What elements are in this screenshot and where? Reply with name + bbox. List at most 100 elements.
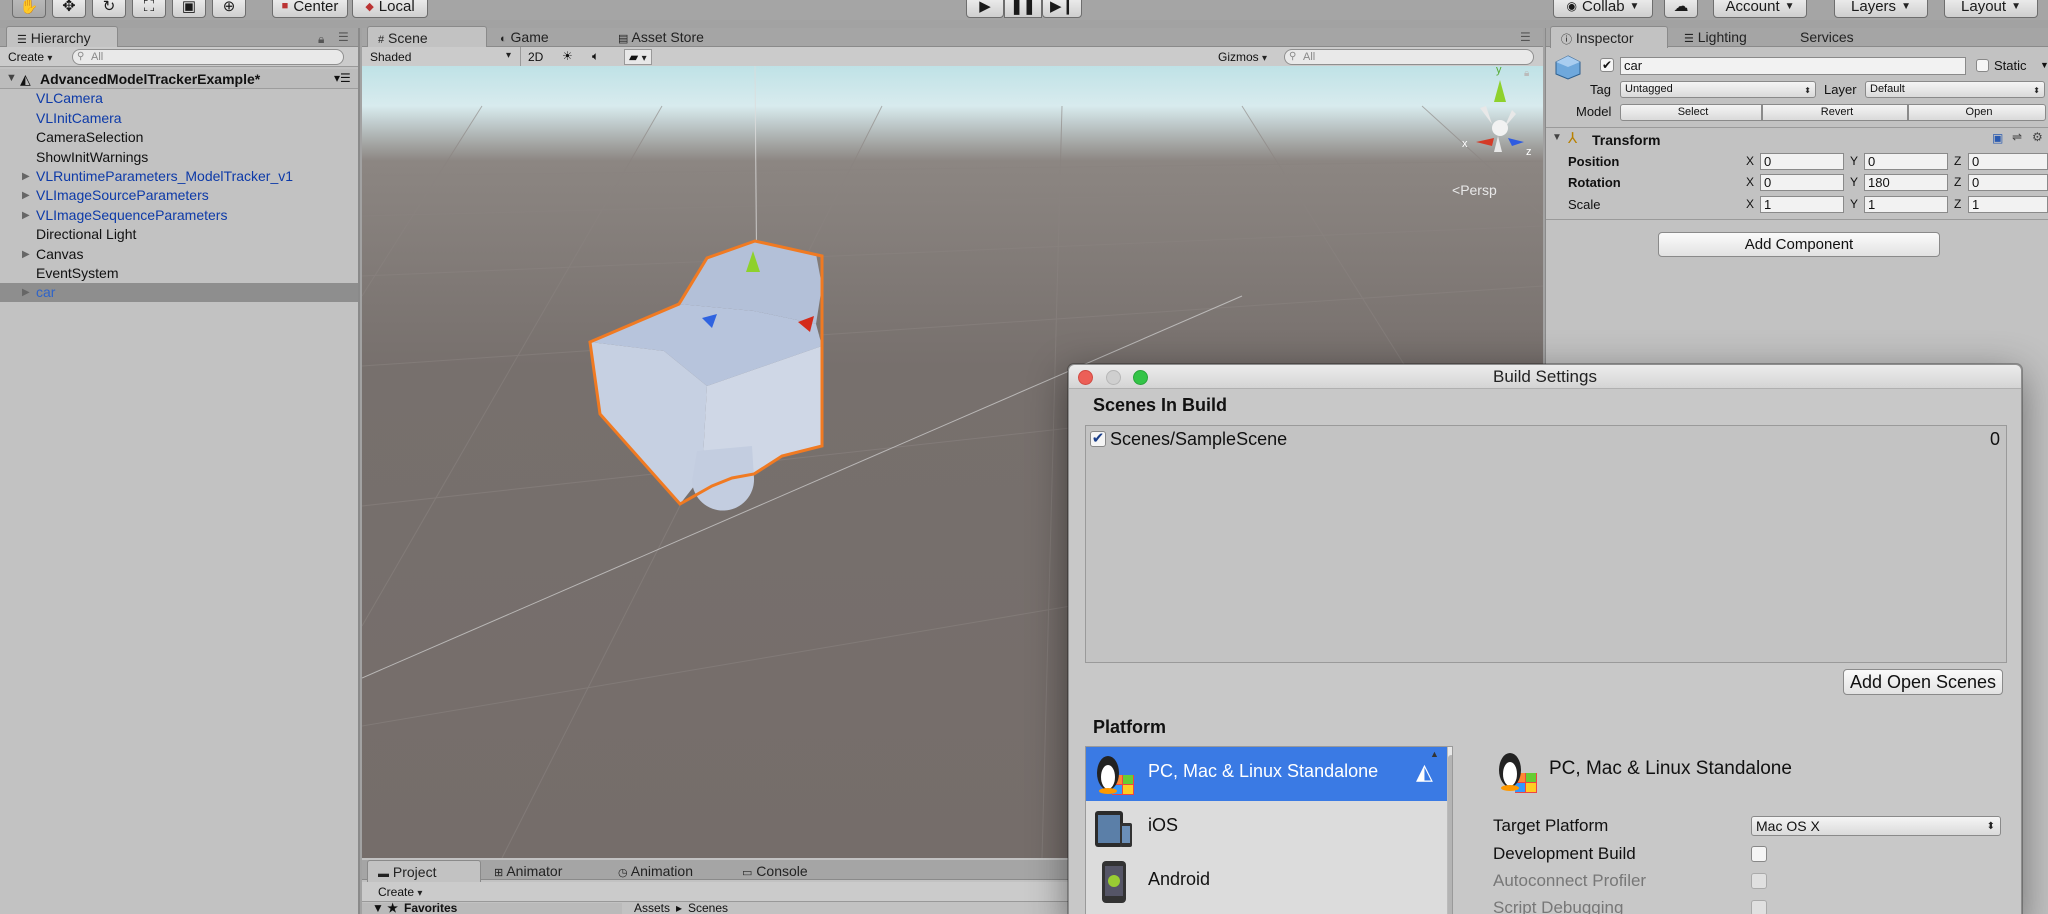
panel-menu-icon[interactable]: ☰ [1520,30,1531,44]
autoconnect-profiler-checkbox[interactable] [1751,873,1767,889]
scale-tool-button[interactable]: ⛶ [132,0,166,18]
target-platform-dropdown[interactable]: Mac OS X ⬍ [1751,816,2001,836]
collab-dropdown[interactable]: ◉ Collab ▼ [1553,0,1653,18]
expand-triangle-icon[interactable]: ▶ [22,245,30,264]
model-select-button[interactable]: Select [1620,104,1762,121]
transform-tool-button[interactable]: ⊕ [212,0,246,18]
breadcrumb-assets[interactable]: Assets [634,901,670,914]
panel-menu-icon[interactable]: ☰ [338,30,349,44]
axis-gizmo-icon[interactable] [1432,66,1542,186]
tab-console[interactable]: ▭ Console [732,860,842,882]
scene-search-input[interactable]: ⚲ All [1284,49,1534,65]
hierarchy-item-vlinitcamera[interactable]: VLInitCamera [0,109,358,128]
add-open-scenes-button[interactable]: Add Open Scenes [1843,669,2003,695]
hierarchy-item-cameraselection[interactable]: CameraSelection [0,128,358,147]
hierarchy-item-image-sequence-parameters[interactable]: ▶ VLImageSequenceParameters [0,206,358,225]
gear-icon[interactable]: ⚙ [2032,130,2043,144]
scene-root-row[interactable]: ▼ ◭ AdvancedModelTrackerExample* ▾☰ [0,69,360,89]
expand-triangle-icon[interactable]: ▶ [22,167,30,186]
perspective-toggle[interactable]: <Persp [1452,182,1497,198]
layout-dropdown[interactable]: Layout ▼ [1944,0,2038,18]
hierarchy-item-canvas[interactable]: ▶ Canvas [0,245,358,264]
cloud-button[interactable]: ☁ [1664,0,1698,18]
foldout-triangle-icon[interactable]: ▼ [1552,132,1562,143]
scale-z-field[interactable]: 1 [1968,196,2048,213]
scroll-up-icon[interactable]: ▲ [1430,749,1439,759]
scene-audio-toggle[interactable]: 🔈︎ [592,49,599,64]
close-window-icon[interactable] [1078,370,1093,385]
rect-tool-button[interactable]: ▣ [172,0,206,18]
position-x-field[interactable]: 0 [1760,153,1844,170]
scene-include-checkbox[interactable]: ✔ [1090,431,1106,447]
favorites-header[interactable]: ▼ ★ Favorites [362,901,622,914]
object-name-field[interactable]: car [1620,57,1966,75]
car-model[interactable] [588,239,824,511]
gizmos-dropdown[interactable]: Gizmos ▾ [1218,50,1267,64]
development-build-checkbox[interactable] [1751,846,1767,862]
pivot-space-toggle[interactable]: ◆ Local [352,0,428,18]
hierarchy-item-directional-light[interactable]: Directional Light [0,225,358,244]
position-z-field[interactable]: 0 [1968,153,2048,170]
model-open-button[interactable]: Open [1908,104,2046,121]
project-create-dropdown[interactable]: Create ▾ [378,885,422,899]
maximize-window-icon[interactable] [1133,370,1148,385]
hierarchy-item-car[interactable]: ▶ car [0,283,358,302]
tab-project[interactable]: ▬ Project [367,860,481,882]
hierarchy-item-image-source-parameters[interactable]: ▶ VLImageSourceParameters [0,186,358,205]
scale-y-field[interactable]: 1 [1864,196,1948,213]
static-checkbox[interactable] [1976,59,1989,72]
position-y-field[interactable]: 0 [1864,153,1948,170]
hierarchy-search-input[interactable]: ⚲ All [72,49,344,65]
platform-item-standalone[interactable]: PC, Mac & Linux Standalone ◭ [1086,747,1447,801]
scene-lighting-toggle[interactable]: ☀ [562,49,573,63]
panel-divider[interactable] [358,28,360,914]
hierarchy-item-vlcamera[interactable]: VLCamera [0,89,358,108]
tab-animator[interactable]: ⊞ Animator [484,860,594,882]
expand-triangle-icon[interactable]: ▶ [22,206,30,225]
scene-list-item[interactable]: ✔ Scenes/SampleScene 0 [1086,426,2006,452]
account-dropdown[interactable]: Account ▼ [1713,0,1807,18]
scene-menu-icon[interactable]: ▾☰ [334,71,351,85]
tab-lighting[interactable]: ☰ Lighting [1674,26,1784,48]
orientation-gizmo[interactable]: y x z 🔒︎ [1432,66,1542,186]
expand-triangle-icon[interactable]: ▶ [22,283,30,302]
hierarchy-create-dropdown[interactable]: Create ▾ [8,50,52,64]
mode-2d-toggle[interactable]: 2D [528,50,543,64]
tag-dropdown[interactable]: Untagged ⬍ [1620,81,1816,98]
minimize-window-icon[interactable] [1106,370,1121,385]
hierarchy-item-runtime-parameters[interactable]: ▶ VLRuntimeParameters_ModelTracker_v1 [0,167,358,186]
tab-animation[interactable]: ◷ Animation [608,860,728,882]
pause-button[interactable]: ❚❚ [1004,0,1042,18]
expand-triangle-icon[interactable]: ▼ [6,72,17,84]
tab-game[interactable]: ◐ Game [490,26,600,48]
layer-dropdown[interactable]: Default ⬍ [1865,81,2045,98]
tab-services[interactable]: Services [1790,26,1900,48]
move-tool-button[interactable]: ✥ [52,0,86,18]
tab-asset-store[interactable]: ▤ Asset Store [608,26,748,48]
tab-scene[interactable]: # Scene [367,26,487,48]
hierarchy-item-showinitwarnings[interactable]: ShowInitWarnings [0,148,358,167]
shading-mode-dropdown[interactable]: Shaded ▾ [370,50,520,64]
platform-item-ios[interactable]: iOS [1086,801,1447,855]
hand-tool-button[interactable]: ✋ [12,0,46,18]
scrollbar-thumb[interactable] [1448,755,1452,914]
rotate-tool-button[interactable]: ↻ [92,0,126,18]
scene-effects-dropdown[interactable]: ▰ ▾ [624,49,652,65]
add-component-button[interactable]: Add Component [1658,232,1940,257]
play-button[interactable]: ▶ [966,0,1004,18]
rotation-y-field[interactable]: 180 [1864,174,1948,191]
platform-list-scrollbar[interactable] [1447,747,1452,914]
scale-x-field[interactable]: 1 [1760,196,1844,213]
preset-icon[interactable]: ⇌ [2012,130,2022,144]
script-debugging-checkbox[interactable] [1751,900,1767,914]
rotation-z-field[interactable]: 0 [1968,174,2048,191]
tab-inspector[interactable]: ⓘ Inspector [1550,26,1668,48]
platform-item-android[interactable]: Android [1086,855,1447,909]
hierarchy-item-eventsystem[interactable]: EventSystem [0,264,358,283]
step-button[interactable]: ▶❙ [1042,0,1082,18]
build-settings-titlebar[interactable]: Build Settings [1069,365,2021,389]
pivot-center-toggle[interactable]: ■ Center [272,0,348,18]
help-icon[interactable]: ▣ [1992,131,2003,145]
rotation-x-field[interactable]: 0 [1760,174,1844,191]
scenes-in-build-list[interactable]: ✔ Scenes/SampleScene 0 [1085,425,2007,663]
